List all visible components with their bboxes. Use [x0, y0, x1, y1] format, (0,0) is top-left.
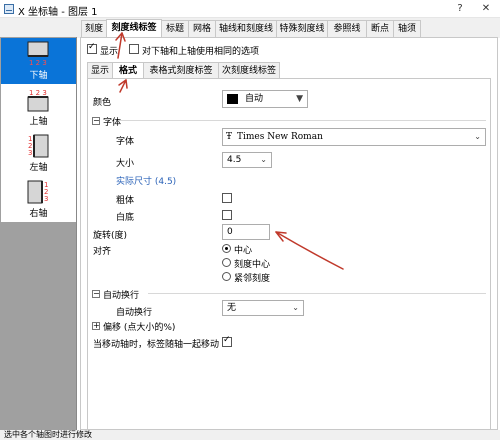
- sidebar-item-bottom-axis[interactable]: 1 2 3 下轴: [1, 38, 76, 84]
- color-swatch: [227, 94, 238, 104]
- font-group-label: 字体: [103, 118, 122, 128]
- sidebar-item-label: 左轴: [29, 163, 48, 173]
- font-value: Times New Roman: [237, 132, 323, 142]
- align-center-radio[interactable]: [222, 244, 231, 253]
- tab-tick-labels[interactable]: 刻度线标签: [106, 19, 162, 38]
- actual-size-label: 实际尺寸 (4.5): [116, 177, 177, 187]
- size-label: 大小: [116, 159, 135, 169]
- title-bar: X 坐标轴 - 图层 1 ? ✕: [0, 0, 500, 18]
- collapse-icon[interactable]: −: [92, 290, 100, 298]
- svg-text:1 2 3: 1 2 3: [29, 89, 47, 97]
- subtab-display[interactable]: 显示: [87, 62, 113, 78]
- align-center-label: 中心: [234, 246, 253, 256]
- move-with-axis-label: 当移动轴时，标签随轴一起移动: [93, 340, 220, 350]
- font-label: 字体: [116, 137, 135, 147]
- status-bar: 选中各个轴图时进行修改: [0, 430, 500, 440]
- color-dropdown[interactable]: 自动 ▼: [222, 90, 308, 108]
- rotation-label: 旋转(度): [93, 231, 128, 241]
- offset-group-label: 偏移 (点大小的%): [103, 323, 176, 333]
- autowrap-value: 无: [227, 303, 237, 313]
- size-combobox[interactable]: 4.5 ⌄: [222, 152, 272, 168]
- close-icon[interactable]: ✕: [474, 0, 498, 18]
- align-next-to-tick-label: 紧邻刻度: [234, 274, 271, 284]
- rotation-input[interactable]: 0: [222, 224, 270, 240]
- white-bg-checkbox[interactable]: [222, 210, 232, 220]
- svg-text:3: 3: [28, 149, 32, 157]
- tab-grid[interactable]: 网格: [188, 20, 216, 37]
- subtab-table-tick-labels[interactable]: 表格式刻度标签: [143, 62, 219, 78]
- same-options-checkbox[interactable]: [129, 44, 139, 54]
- tab-scale[interactable]: 刻度: [81, 20, 107, 37]
- subtab-minor-tick-labels[interactable]: 次刻度线标签: [218, 62, 280, 78]
- same-options-label: 对下轴和上轴使用相同的选项: [142, 47, 260, 57]
- top-axis-icon: 1 2 3: [27, 89, 49, 112]
- group-separator: [118, 120, 486, 121]
- align-tick-center-radio[interactable]: [222, 258, 231, 267]
- size-value: 4.5: [227, 155, 242, 165]
- tab-axis-and-ticks[interactable]: 轴线和刻度线: [215, 20, 277, 37]
- tab-special-ticks[interactable]: 特殊刻度线: [276, 20, 328, 37]
- window-title: X 坐标轴 - 图层 1: [18, 7, 98, 18]
- align-tick-center-label: 刻度中心: [234, 260, 271, 270]
- svg-text:3: 3: [44, 195, 48, 203]
- bold-label: 粗体: [116, 196, 135, 206]
- show-label: 显示: [100, 47, 119, 57]
- right-axis-icon: 1 2 3: [27, 180, 48, 204]
- autowrap-dropdown[interactable]: 无 ⌄: [222, 300, 304, 316]
- bottom-axis-icon: 1 2 3: [27, 41, 49, 67]
- autowrap-group-label: 自动换行: [103, 291, 140, 301]
- sidebar-item-right-axis[interactable]: 1 2 3 右轴: [1, 176, 76, 222]
- white-bg-label: 白底: [116, 213, 135, 223]
- color-value: 自动: [245, 94, 264, 104]
- tab-breaks[interactable]: 断点: [366, 20, 394, 37]
- tab-title[interactable]: 标题: [161, 20, 189, 37]
- align-label: 对齐: [93, 247, 112, 257]
- left-axis-icon: 1 2 3: [28, 134, 49, 158]
- chevron-down-icon: ⌄: [474, 132, 481, 141]
- expand-icon[interactable]: +: [92, 322, 100, 330]
- bold-checkbox[interactable]: [222, 193, 232, 203]
- show-checkbox[interactable]: [87, 42, 97, 54]
- tick-digits: 1 2 3: [29, 59, 47, 67]
- sidebar-item-label: 上轴: [29, 117, 48, 127]
- group-separator: [148, 293, 486, 294]
- align-next-to-tick-radio[interactable]: [222, 272, 231, 281]
- subtab-format[interactable]: 格式: [112, 62, 144, 78]
- truetype-font-icon: Ŧ: [226, 132, 233, 142]
- chevron-down-icon: ⌄: [292, 303, 299, 312]
- sidebar-item-label: 下轴: [29, 71, 48, 81]
- sidebar-item-left-axis[interactable]: 1 2 3 左轴: [1, 130, 76, 176]
- dropdown-arrow-icon: ▼: [296, 94, 303, 104]
- rotation-value: 0: [227, 227, 233, 237]
- help-icon[interactable]: ?: [448, 0, 472, 18]
- collapse-icon[interactable]: −: [92, 117, 100, 125]
- chevron-down-icon: ⌄: [260, 155, 267, 164]
- font-dropdown[interactable]: Ŧ Times New Roman ⌄: [222, 128, 486, 146]
- move-with-axis-checkbox[interactable]: [222, 335, 232, 347]
- app-icon: [4, 4, 14, 14]
- tab-reference-lines[interactable]: 参照线: [327, 20, 367, 37]
- tab-rug[interactable]: 轴须: [393, 20, 421, 37]
- sidebar-item-top-axis[interactable]: 1 2 3 上轴: [1, 84, 76, 130]
- autowrap-label: 自动换行: [116, 308, 153, 318]
- color-label: 颜色: [93, 98, 112, 108]
- axis-sidebar: 1 2 3 下轴 1 2 3 上轴 1 2 3 左轴 1 2 3 右轴: [0, 37, 77, 430]
- sidebar-item-label: 右轴: [29, 209, 48, 219]
